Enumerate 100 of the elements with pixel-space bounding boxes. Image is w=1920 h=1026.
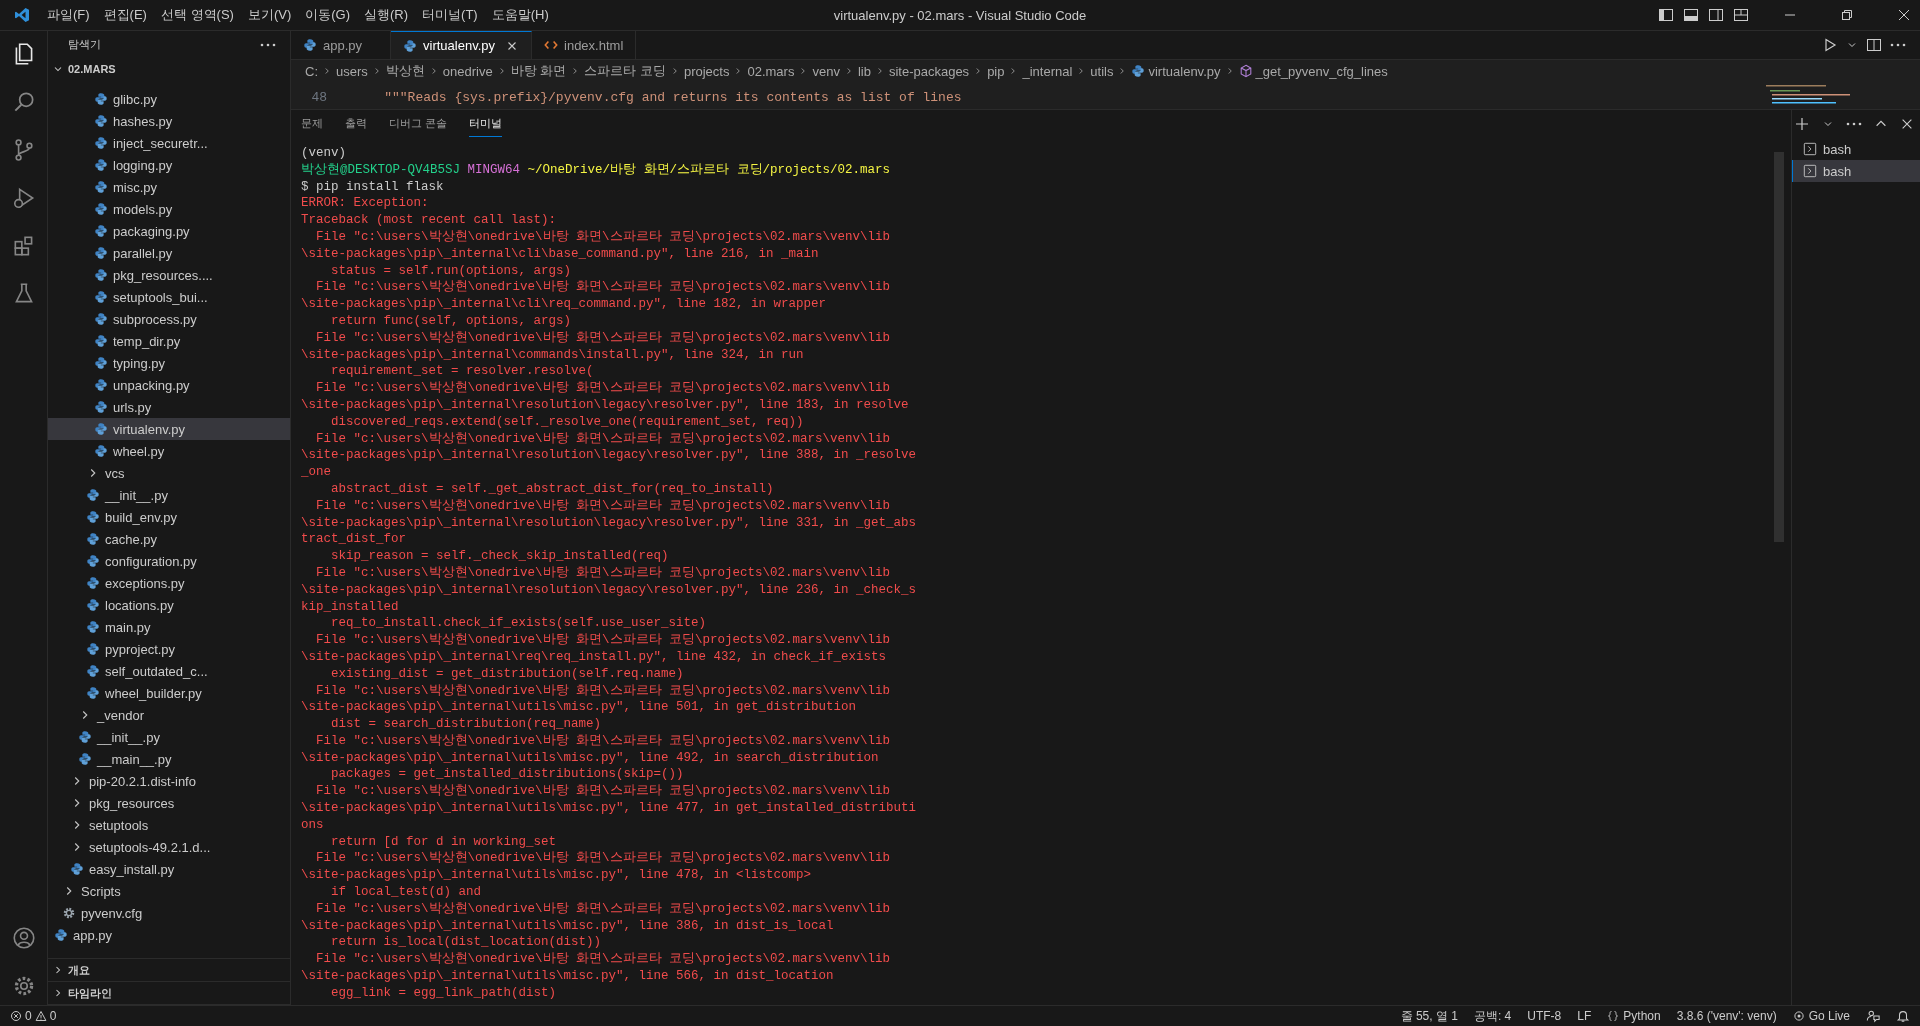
tree-item[interactable]: glibc.py xyxy=(48,88,290,110)
menu-item[interactable]: 선택 영역(S) xyxy=(153,6,241,24)
status-item[interactable]: Go Live xyxy=(1792,1009,1850,1023)
breadcrumb-item[interactable]: 02.mars xyxy=(747,63,795,79)
tree-item[interactable]: locations.py xyxy=(48,594,290,616)
breadcrumb-item[interactable]: site-packages xyxy=(888,63,970,79)
tree-item[interactable]: hashes.py xyxy=(48,110,290,132)
tree-item[interactable]: main.py xyxy=(48,616,290,638)
tree-item[interactable]: pkg_resources.... xyxy=(48,264,290,286)
tree-item[interactable]: wheel.py xyxy=(48,440,290,462)
breadcrumb-item[interactable]: _internal xyxy=(1022,63,1073,79)
status-item[interactable]: 줄 55, 열 1 xyxy=(1400,1007,1458,1025)
breadcrumb-item[interactable]: users xyxy=(336,63,368,79)
breadcrumb-item[interactable]: onedrive xyxy=(442,63,493,79)
scrollbar-thumb[interactable] xyxy=(1774,152,1784,542)
status-item[interactable]: 3.8.6 ('venv': venv) xyxy=(1676,1009,1777,1023)
secondary-sidebar-icon[interactable] xyxy=(1708,7,1724,23)
status-item[interactable]: 공백: 4 xyxy=(1473,1007,1512,1025)
breadcrumb-item[interactable]: virtualenv.py xyxy=(1148,63,1221,79)
panel-tab[interactable]: 출력 xyxy=(345,111,367,137)
tree-item[interactable]: parallel.py xyxy=(48,242,290,264)
tree-item[interactable]: exceptions.py xyxy=(48,572,290,594)
breadcrumb-item[interactable]: 스파르타 코딩 xyxy=(584,62,666,80)
breadcrumb-item[interactable]: _get_pyvenv_cfg_lines xyxy=(1255,63,1388,79)
menu-item[interactable]: 보기(V) xyxy=(240,6,299,24)
tree-item[interactable]: setuptools xyxy=(48,814,290,836)
tree-item[interactable]: __init__.py xyxy=(48,726,290,748)
tree-item[interactable]: Scripts xyxy=(48,880,290,902)
breadcrumb-item[interactable]: pip xyxy=(987,63,1005,79)
tree-item[interactable]: misc.py xyxy=(48,176,290,198)
panel-tab[interactable]: 터미널 xyxy=(469,111,503,137)
feedback-icon[interactable] xyxy=(1866,1009,1880,1023)
tree-item[interactable]: pip-20.2.1.dist-info xyxy=(48,770,290,792)
tree-item[interactable]: temp_dir.py xyxy=(48,330,290,352)
account-icon[interactable] xyxy=(10,925,37,951)
restore-icon[interactable] xyxy=(1839,7,1855,23)
tree-item[interactable]: packaging.py xyxy=(48,220,290,242)
breadcrumb-item[interactable]: venv xyxy=(812,63,840,79)
tree-item[interactable]: wheel_builder.py xyxy=(48,682,290,704)
tree-item[interactable]: unpacking.py xyxy=(48,374,290,396)
more-actions-icon[interactable] xyxy=(1890,43,1906,47)
tree-item[interactable]: __main__.py xyxy=(48,748,290,770)
tree-item[interactable]: cache.py xyxy=(48,528,290,550)
menu-item[interactable]: 터미널(T) xyxy=(415,6,485,24)
breadcrumb-item[interactable]: 박상현 xyxy=(385,62,425,80)
tree-item[interactable]: pyproject.py xyxy=(48,638,290,660)
tree-item[interactable]: _vendor xyxy=(48,704,290,726)
breadcrumb-item[interactable]: 바탕 화면 xyxy=(510,62,567,80)
terminal-item[interactable]: bash xyxy=(1792,160,1920,182)
breadcrumb-item[interactable]: utils xyxy=(1090,63,1114,79)
tree-item[interactable]: build_env.py xyxy=(48,506,290,528)
breadcrumb-item[interactable]: C: xyxy=(305,63,318,79)
tree-item[interactable]: pkg_resources xyxy=(48,792,290,814)
tree-item[interactable]: urls.py xyxy=(48,396,290,418)
close-icon[interactable] xyxy=(1896,7,1912,23)
tree-item[interactable]: pyvenv.cfg xyxy=(48,902,290,924)
plus-icon[interactable] xyxy=(1794,116,1810,132)
close-icon[interactable] xyxy=(1900,117,1914,131)
layout-icon[interactable] xyxy=(1733,7,1749,23)
more-actions-icon[interactable] xyxy=(1846,122,1862,126)
tree-item[interactable]: virtualenv.py xyxy=(48,418,290,440)
panel-tab[interactable]: 문제 xyxy=(301,111,323,137)
tree-item[interactable]: setuptools_bui... xyxy=(48,286,290,308)
status-item[interactable]: LF xyxy=(1577,1009,1592,1023)
panel-toggle-icon[interactable] xyxy=(1683,7,1699,23)
section-header[interactable]: 02.MARS xyxy=(48,58,290,80)
tree-item[interactable]: app.py xyxy=(48,924,290,946)
sidebar-toggle-icon[interactable] xyxy=(1658,7,1674,23)
tree-item[interactable]: typing.py xyxy=(48,352,290,374)
panel-tab[interactable]: 디버그 콘솔 xyxy=(389,111,448,137)
tree-item[interactable]: vcs xyxy=(48,462,290,484)
tree-item[interactable]: models.py xyxy=(48,198,290,220)
terminal-line: File "c:\users\박상현\onedrive\바탕 화면\스파르타 코딩\projects\02.mars\venv\lib xyxy=(315,329,892,347)
status-item[interactable]: UTF-8 xyxy=(1527,1009,1562,1023)
breadcrumb-item[interactable]: projects xyxy=(683,63,730,79)
editor-tab[interactable]: virtualenv.py xyxy=(391,31,532,59)
tree-item[interactable]: setuptools-49.2.1.d... xyxy=(48,836,290,858)
breadcrumb-item[interactable]: lib xyxy=(857,63,871,79)
tree-item[interactable]: configuration.py xyxy=(48,550,290,572)
tree-item[interactable]: __init__.py xyxy=(48,484,290,506)
status-item[interactable]: Python xyxy=(1607,1009,1661,1023)
menu-item[interactable]: 편집(E) xyxy=(96,6,154,24)
more-actions-icon[interactable] xyxy=(260,42,276,47)
menu-item[interactable]: 실행(R) xyxy=(357,6,416,24)
menu-item[interactable]: 도움말(H) xyxy=(484,6,556,24)
tree-item[interactable]: subprocess.py xyxy=(48,308,290,330)
terminal-line: abstract_dist = self._get_abstract_dist_for(req_to_install) xyxy=(330,480,775,498)
problems-status[interactable]: 0 0 xyxy=(10,1009,57,1023)
split-editor-icon[interactable] xyxy=(1866,37,1882,53)
menu-item[interactable]: 파일(F) xyxy=(40,6,97,24)
section-header[interactable]: 개요 xyxy=(48,959,290,982)
tree-item[interactable]: inject_securetr... xyxy=(48,132,290,154)
terminal-item[interactable]: bash xyxy=(1792,138,1920,160)
menu-item[interactable]: 이동(G) xyxy=(298,6,358,24)
bell-icon[interactable] xyxy=(1896,1009,1910,1023)
tree-item[interactable]: self_outdated_c... xyxy=(48,660,290,682)
tree-item[interactable]: easy_install.py xyxy=(48,858,290,880)
tree-item[interactable]: logging.py xyxy=(48,154,290,176)
run-icon[interactable] xyxy=(1822,37,1838,53)
app-logo-icon[interactable] xyxy=(14,7,30,23)
